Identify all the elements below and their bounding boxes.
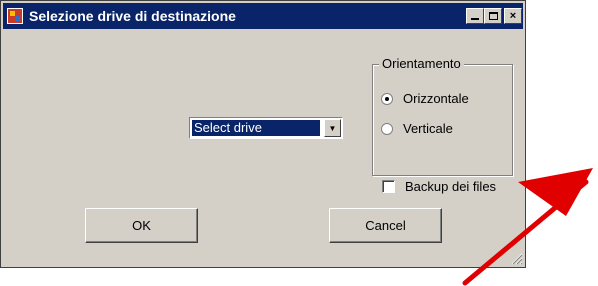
backup-checkbox[interactable]: Backup dei files <box>382 179 496 194</box>
title-bar[interactable]: Selezione drive di destinazione × <box>3 3 523 29</box>
checkbox-box[interactable] <box>382 180 395 193</box>
drive-select-value: Select drive <box>192 120 320 136</box>
close-icon: × <box>509 9 517 22</box>
orientation-groupbox: Orientamento Orizzontale Verticale <box>372 56 513 176</box>
app-window-icon <box>7 8 23 24</box>
radio-label-verticale: Verticale <box>403 121 453 136</box>
drive-select[interactable]: Select drive ▼ <box>189 117 343 139</box>
resize-grip-icon[interactable] <box>509 251 523 265</box>
radio-label-orizzontale: Orizzontale <box>403 91 469 106</box>
backup-checkbox-label: Backup dei files <box>405 179 497 194</box>
dropdown-button[interactable]: ▼ <box>324 119 341 137</box>
radio-button-icon[interactable] <box>381 122 393 135</box>
orientation-legend: Orientamento <box>379 56 464 71</box>
radio-selected-dot <box>385 96 389 101</box>
radio-verticale[interactable]: Verticale <box>381 121 453 136</box>
radio-orizzontale[interactable]: Orizzontale <box>381 91 469 106</box>
chevron-down-icon: ▼ <box>328 123 337 133</box>
maximize-button[interactable] <box>484 8 502 24</box>
window-title: Selezione drive di destinazione <box>29 8 236 24</box>
ok-button[interactable]: OK <box>85 208 198 243</box>
cancel-button[interactable]: Cancel <box>329 208 442 243</box>
dialog-window: Selezione drive di destinazione × Select… <box>0 0 526 268</box>
radio-button-icon[interactable] <box>381 92 393 105</box>
maximize-icon <box>488 12 498 20</box>
minimize-button[interactable] <box>466 8 484 24</box>
close-button[interactable]: × <box>504 8 522 24</box>
arrow-head <box>518 168 593 216</box>
minimize-icon <box>471 18 479 20</box>
